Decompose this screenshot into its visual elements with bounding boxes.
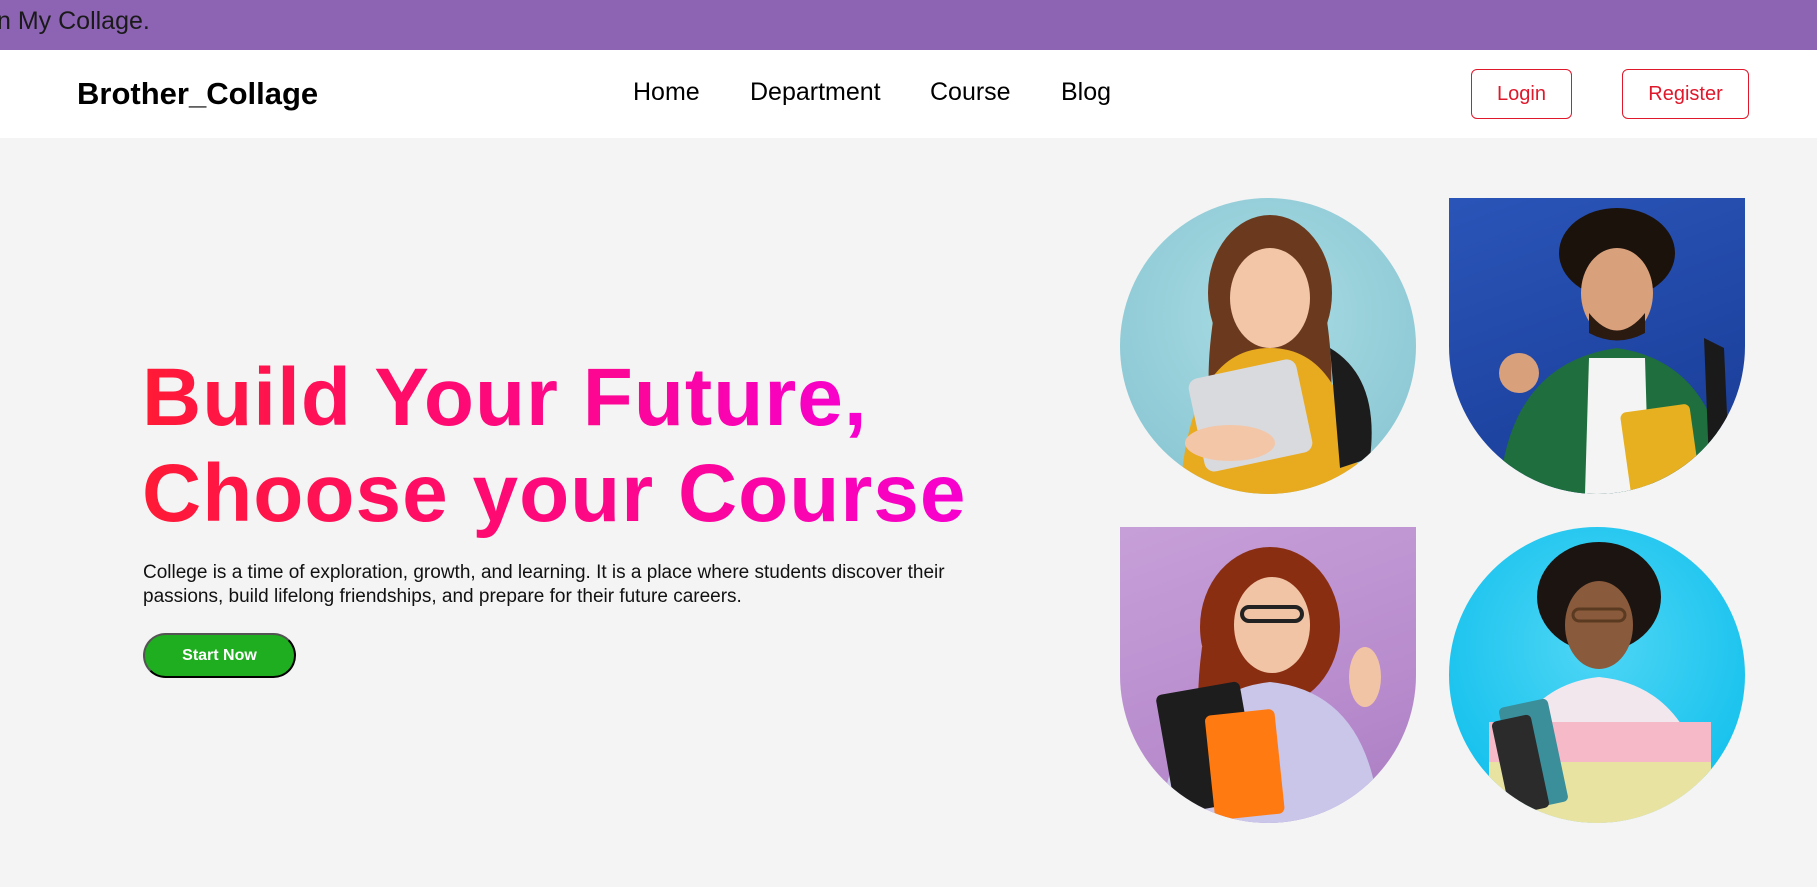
hero-title-line-1: Build Your Future, (142, 350, 868, 446)
announcement-text: n My Collage. (0, 7, 150, 35)
student-illustration-3 (1156, 547, 1381, 823)
register-button[interactable]: Register (1622, 69, 1749, 119)
student-photo-3 (1120, 527, 1416, 823)
hero-title-line-2: Choose your Course (142, 446, 966, 542)
nav-blog[interactable]: Blog (1061, 78, 1111, 107)
student-photo-1 (1120, 198, 1416, 494)
student-illustration-1 (1180, 215, 1372, 494)
nav-department[interactable]: Department (750, 78, 881, 107)
hero-description: College is a time of exploration, growth… (143, 562, 945, 607)
start-now-button[interactable]: Start Now (143, 633, 296, 678)
student-illustration-4 (1489, 542, 1711, 823)
nav-course[interactable]: Course (930, 78, 1011, 107)
login-button[interactable]: Login (1471, 69, 1572, 119)
brand-logo[interactable]: Brother_Collage (77, 76, 318, 112)
student-photo-4 (1449, 527, 1745, 823)
nav-home[interactable]: Home (633, 78, 700, 107)
student-photo-2 (1449, 198, 1745, 494)
student-illustration-2 (1499, 208, 1729, 494)
hero-title: Build Your Future, Choose your Course (142, 350, 966, 542)
navbar: Brother_Collage Home Department Course B… (0, 50, 1817, 138)
announcement-bar: n My Collage. (0, 0, 1817, 50)
